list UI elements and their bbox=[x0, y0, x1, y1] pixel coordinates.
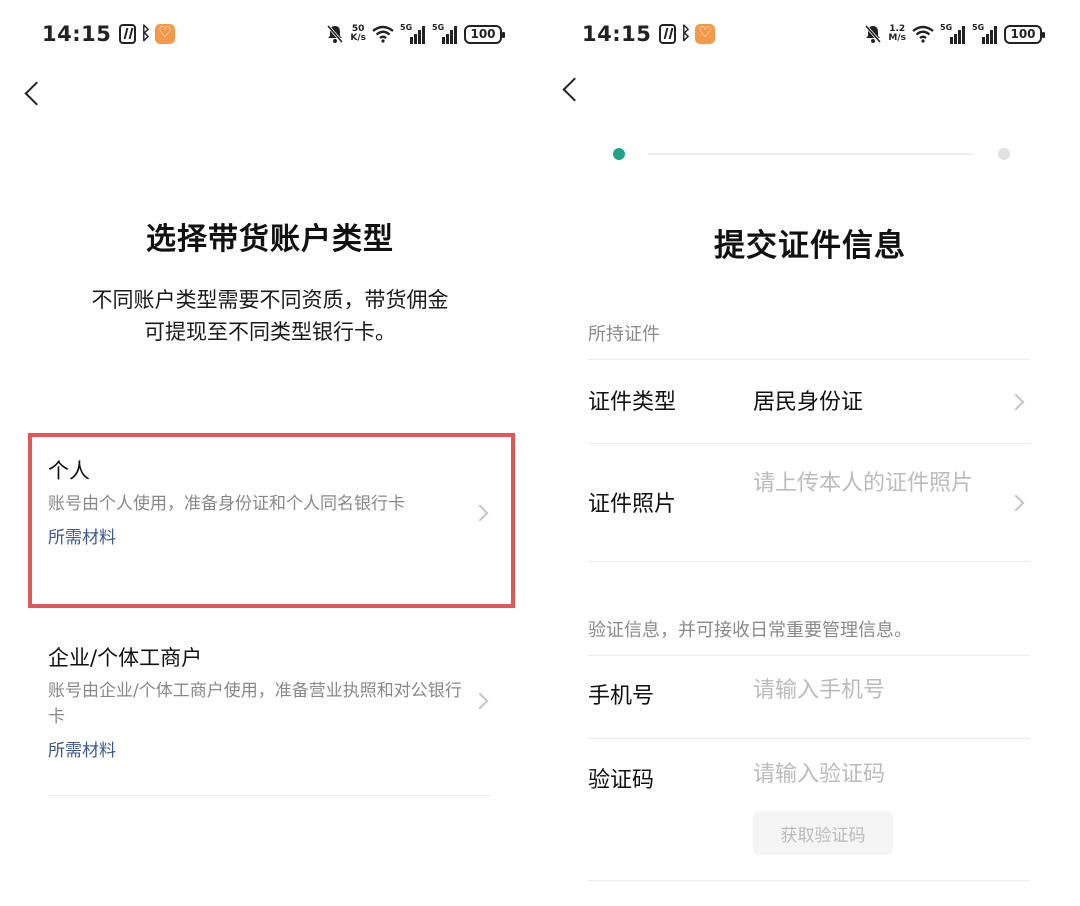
divider bbox=[48, 795, 490, 796]
page-title: 选择带货账户类型 bbox=[146, 222, 394, 257]
net-tag: 5G bbox=[972, 23, 985, 32]
subtitle-line-1: 不同账户类型需要不同资质，带货佣金 bbox=[91, 288, 449, 312]
right-screen: 14:15 ᛒ 1.2 M/s 5G 5G bbox=[540, 0, 1080, 906]
mute-bell-icon bbox=[327, 25, 344, 43]
divider bbox=[588, 880, 1030, 881]
phone-label: 手机号 bbox=[588, 684, 655, 709]
account-type-name: 个人 bbox=[48, 459, 90, 483]
chevron-right-icon bbox=[471, 504, 489, 522]
code-label: 验证码 bbox=[588, 768, 655, 793]
account-type-description: 账号由企业/个体工商户使用，准备营业执照和对公银行卡 bbox=[48, 681, 462, 727]
divider bbox=[588, 561, 1030, 562]
net-tag: 5G bbox=[432, 23, 445, 32]
required-materials-link[interactable]: 所需材料 bbox=[48, 736, 490, 761]
required-materials-link[interactable]: 所需材料 bbox=[48, 523, 490, 548]
nfc-icon bbox=[659, 24, 677, 44]
id-type-row[interactable]: 证件类型 居民身份证 bbox=[588, 384, 1030, 420]
status-bar-right: 14:15 ᛒ bbox=[582, 18, 716, 50]
back-button[interactable] bbox=[558, 72, 588, 108]
id-type-value: 居民身份证 bbox=[753, 390, 864, 415]
status-icons-right-screen: 1.2 M/s 5G 5G 100 bbox=[864, 18, 1045, 50]
account-type-description: 账号由个人使用，准备身份证和个人同名银行卡 bbox=[48, 494, 405, 514]
id-type-label: 证件类型 bbox=[588, 390, 677, 415]
section-label-id: 所持证件 bbox=[588, 324, 660, 345]
signal-icon-1: 5G bbox=[940, 23, 966, 44]
signal-icon-2: 5G bbox=[972, 23, 998, 44]
network-speed: 1.2 M/s bbox=[888, 25, 906, 43]
status-icons-left-screen: 50 K/s 5G 5G 100 bbox=[326, 18, 505, 50]
id-photo-row[interactable]: 证件照片 请上传本人的证件照片 bbox=[588, 466, 1030, 538]
status-time: 14:15 bbox=[42, 22, 112, 46]
status-time: 14:15 bbox=[582, 22, 652, 46]
section-label-verify: 验证信息，并可接收日常重要管理信息。 bbox=[588, 620, 912, 641]
account-type-business[interactable]: 企业/个体工商户 账号由企业/个体工商户使用，准备营业执照和对公银行卡 所需材料 bbox=[48, 642, 490, 761]
signal-icon-1: 5G bbox=[400, 23, 426, 44]
id-photo-label: 证件照片 bbox=[588, 492, 677, 517]
wifi-icon bbox=[912, 25, 934, 43]
health-app-icon bbox=[695, 23, 716, 44]
chevron-right-icon bbox=[471, 692, 489, 710]
speed-unit: K/s bbox=[350, 33, 366, 43]
bluetooth-icon: ᛒ bbox=[680, 23, 692, 44]
net-tag: 5G bbox=[400, 23, 413, 32]
step-indicator-active bbox=[613, 148, 625, 160]
battery-icon: 100 bbox=[464, 24, 505, 44]
nfc-icon bbox=[119, 24, 137, 44]
network-speed: 50 K/s bbox=[350, 25, 366, 43]
divider bbox=[588, 738, 1030, 739]
bluetooth-icon: ᛒ bbox=[140, 23, 152, 44]
speed-unit: M/s bbox=[888, 33, 906, 43]
health-app-icon bbox=[155, 23, 176, 44]
status-bar-left: 14:15 ᛒ bbox=[42, 18, 176, 50]
step-indicator-pending bbox=[998, 148, 1010, 160]
page-subtitle: 不同账户类型需要不同资质，带货佣金 可提现至不同类型银行卡。 bbox=[0, 284, 540, 348]
phone-row: 手机号 bbox=[588, 678, 1030, 714]
divider bbox=[588, 655, 1030, 656]
mute-bell-icon bbox=[865, 25, 882, 43]
id-photo-upload-hint: 请上传本人的证件照片 bbox=[753, 471, 974, 496]
left-screen: 14:15 ᛒ 50 K/s 5G 5G bbox=[0, 0, 540, 906]
divider bbox=[588, 443, 1030, 444]
page-title: 提交证件信息 bbox=[714, 228, 906, 264]
back-button[interactable] bbox=[20, 76, 50, 112]
divider bbox=[588, 359, 1030, 360]
wifi-icon bbox=[372, 25, 394, 43]
chevron-right-icon bbox=[1007, 393, 1025, 411]
code-row: 验证码 bbox=[588, 762, 1030, 798]
phone-input[interactable] bbox=[753, 678, 1003, 703]
battery-icon: 100 bbox=[1004, 24, 1045, 44]
account-type-personal[interactable]: 个人 账号由个人使用，准备身份证和个人同名银行卡 所需材料 bbox=[48, 455, 490, 548]
get-verification-code-button[interactable]: 获取验证码 bbox=[753, 811, 893, 855]
account-type-name: 企业/个体工商户 bbox=[48, 646, 203, 670]
verification-code-input[interactable] bbox=[753, 762, 1003, 787]
subtitle-line-2: 可提现至不同类型银行卡。 bbox=[144, 320, 396, 344]
chevron-right-icon bbox=[1007, 494, 1025, 512]
signal-icon-2: 5G bbox=[432, 23, 458, 44]
net-tag: 5G bbox=[940, 23, 953, 32]
step-progress-line bbox=[648, 153, 973, 155]
